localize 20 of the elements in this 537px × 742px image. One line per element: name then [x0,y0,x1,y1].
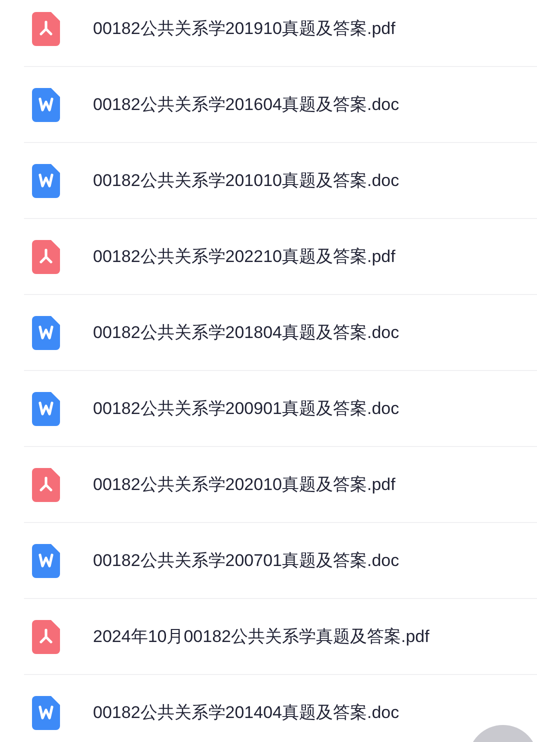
file-name[interactable]: 00182公共关系学201910真题及答案.pdf [93,16,396,42]
file-name[interactable]: 00182公共关系学201604真题及答案.doc [93,92,400,118]
pdf-file-icon [32,468,60,502]
word-file-icon [32,544,60,578]
file-name[interactable]: 00182公共关系学202210真题及答案.pdf [93,244,396,270]
word-file-icon [32,164,60,198]
file-name[interactable]: 00182公共关系学201804真题及答案.doc [93,320,400,346]
file-name[interactable]: 00182公共关系学201404真题及答案.doc [93,700,400,726]
file-name[interactable]: 2024年10月00182公共关系学真题及答案.pdf [93,624,430,650]
pdf-file-icon [32,12,60,46]
file-name[interactable]: 00182公共关系学202010真题及答案.pdf [93,472,396,498]
file-name[interactable]: 00182公共关系学201010真题及答案.doc [93,168,400,194]
file-name[interactable]: 00182公共关系学200901真题及答案.doc [93,396,400,422]
word-file-icon [32,392,60,426]
word-file-icon [32,316,60,350]
file-name[interactable]: 00182公共关系学200701真题及答案.doc [93,548,400,574]
pdf-file-icon [32,620,60,654]
word-file-icon [32,696,60,730]
pdf-file-icon [32,240,60,274]
word-file-icon [32,88,60,122]
